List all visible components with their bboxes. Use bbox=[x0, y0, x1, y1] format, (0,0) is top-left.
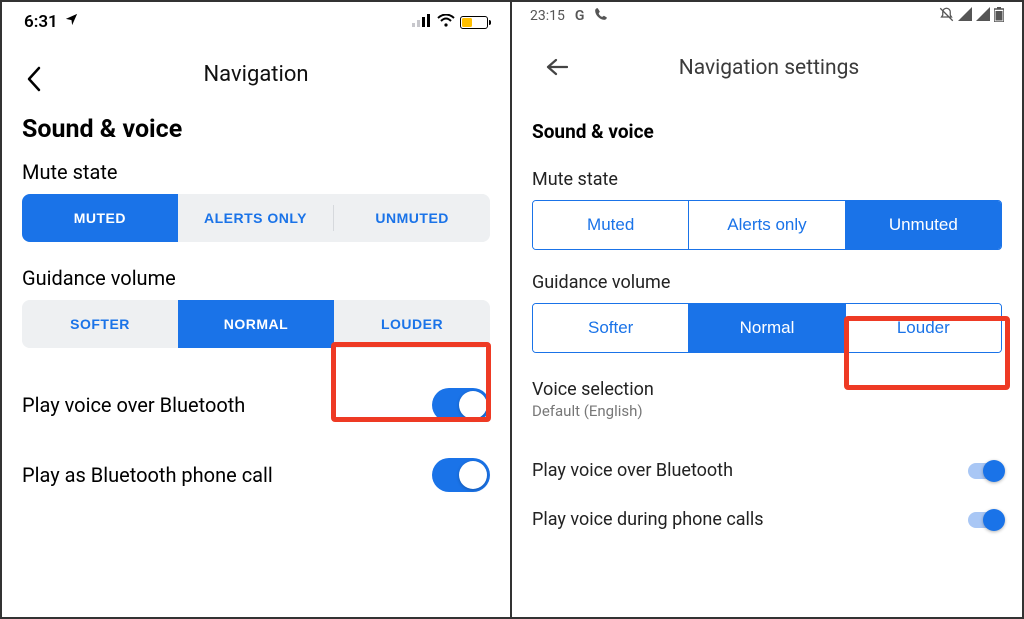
signal-icon bbox=[958, 7, 972, 25]
row-play-over-bluetooth: Play voice over Bluetooth bbox=[532, 446, 1002, 495]
mute-option-unmuted[interactable]: Unmuted bbox=[845, 201, 1001, 249]
battery-icon bbox=[994, 7, 1004, 26]
guidance-option-softer[interactable]: SOFTER bbox=[22, 300, 178, 348]
section-sound-voice: Sound & voice bbox=[532, 100, 1002, 169]
page-title: Navigation settings bbox=[574, 56, 994, 80]
mute-option-muted[interactable]: Muted bbox=[533, 201, 688, 249]
mute-state-segmented: Muted Alerts only Unmuted bbox=[532, 200, 1002, 250]
section-sound-voice: Sound & voice bbox=[22, 101, 490, 156]
row-play-over-bluetooth: Play voice over Bluetooth bbox=[22, 368, 490, 438]
ios-status-time: 6:31 bbox=[24, 12, 58, 32]
phone-icon bbox=[594, 7, 608, 25]
android-status-time: 23:15 bbox=[530, 8, 565, 24]
guidance-option-louder[interactable]: Louder bbox=[845, 304, 1001, 352]
guidance-volume-label: Guidance volume bbox=[532, 272, 1002, 303]
toggle-play-over-bluetooth[interactable] bbox=[432, 388, 490, 422]
battery-icon bbox=[460, 16, 488, 29]
row-label: Play voice over Bluetooth bbox=[22, 393, 245, 417]
voice-selection-row[interactable]: Voice selection Default (English) bbox=[532, 375, 1002, 446]
row-play-during-calls: Play voice during phone calls bbox=[532, 495, 1002, 544]
google-icon: G bbox=[575, 8, 585, 24]
android-status-bar: 23:15 G bbox=[512, 2, 1022, 28]
guidance-option-louder[interactable]: LOUDER bbox=[334, 300, 490, 348]
toggle-play-as-phone-call[interactable] bbox=[432, 458, 490, 492]
guidance-volume-segmented: Softer Normal Louder bbox=[532, 303, 1002, 353]
cellular-signal-icon bbox=[412, 12, 432, 32]
mute-state-segmented: MUTED ALERTS ONLY UNMUTED bbox=[22, 194, 490, 242]
mute-option-alerts[interactable]: ALERTS ONLY bbox=[178, 194, 334, 242]
android-screen: 23:15 G bbox=[512, 2, 1022, 617]
voice-selection-value: Default (English) bbox=[532, 400, 1002, 420]
wifi-icon bbox=[437, 12, 455, 32]
voice-selection-label: Voice selection bbox=[532, 379, 1002, 400]
row-label: Play as Bluetooth phone call bbox=[22, 463, 273, 487]
row-play-as-phone-call: Play as Bluetooth phone call bbox=[22, 438, 490, 508]
guidance-option-normal[interactable]: NORMAL bbox=[178, 300, 334, 348]
location-arrow-icon bbox=[64, 12, 79, 32]
android-nav-header: Navigation settings bbox=[532, 28, 1002, 100]
guidance-option-softer[interactable]: Softer bbox=[533, 304, 688, 352]
row-label: Play voice over Bluetooth bbox=[532, 460, 733, 481]
mute-state-label: Mute state bbox=[532, 169, 1002, 200]
back-button[interactable] bbox=[26, 66, 42, 97]
mute-option-alerts[interactable]: Alerts only bbox=[688, 201, 844, 249]
ios-status-bar: 6:31 bbox=[2, 2, 510, 38]
row-label: Play voice during phone calls bbox=[532, 509, 764, 530]
mute-state-label: Mute state bbox=[22, 156, 490, 194]
guidance-volume-label: Guidance volume bbox=[22, 262, 490, 300]
mute-option-muted[interactable]: MUTED bbox=[22, 194, 178, 242]
toggle-play-during-calls[interactable] bbox=[968, 512, 1002, 528]
toggle-play-over-bluetooth[interactable] bbox=[968, 463, 1002, 479]
ios-nav-header: Navigation bbox=[22, 38, 490, 101]
guidance-volume-segmented: SOFTER NORMAL LOUDER bbox=[22, 300, 490, 348]
ios-screen: 6:31 bbox=[2, 2, 512, 617]
page-title: Navigation bbox=[28, 62, 484, 87]
back-button[interactable] bbox=[540, 54, 574, 82]
guidance-option-normal[interactable]: Normal bbox=[688, 304, 844, 352]
notifications-off-icon bbox=[939, 7, 954, 26]
mute-option-unmuted[interactable]: UNMUTED bbox=[334, 194, 490, 242]
signal-icon bbox=[976, 7, 990, 25]
